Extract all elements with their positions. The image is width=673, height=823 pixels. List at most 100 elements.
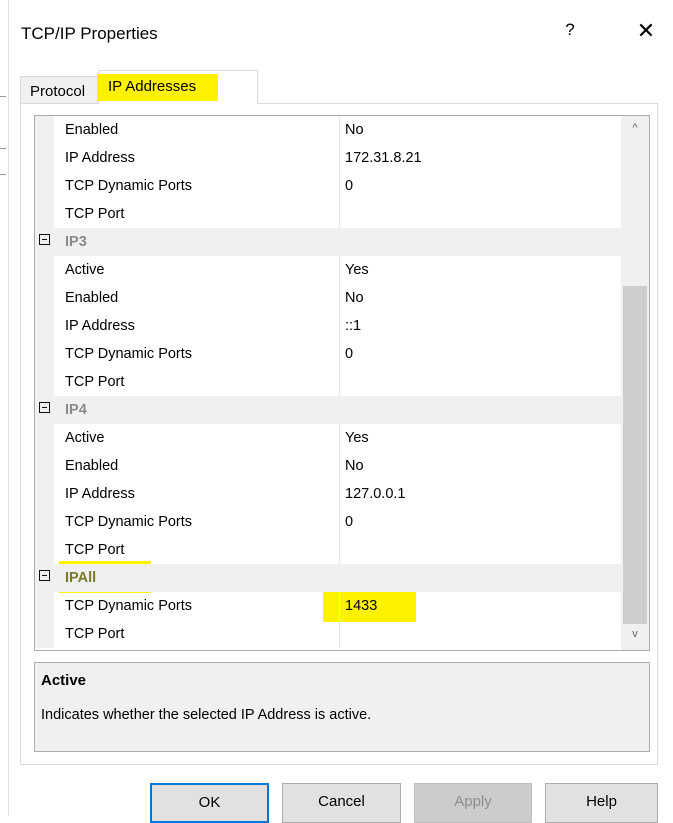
category-row[interactable]: IP3 (35, 228, 621, 256)
property-row[interactable]: IP Address 127.0.0.1 (35, 480, 621, 508)
scroll-down-icon[interactable]: v (621, 628, 649, 644)
property-value[interactable]: 0 (345, 514, 353, 530)
scroll-up-icon[interactable]: ^ (621, 122, 649, 138)
property-name: Enabled (65, 458, 119, 474)
tab-protocol-label: Protocol (30, 83, 86, 100)
property-value[interactable]: Yes (345, 430, 369, 446)
tcpip-properties-dialog: TCP/IP Properties ? ✕ Protocol IP Addres… (0, 0, 673, 823)
property-value[interactable]: 0 (345, 346, 353, 362)
property-row[interactable]: TCP Dynamic Ports 1433 (35, 592, 621, 620)
property-row[interactable]: Enabled No (35, 452, 621, 480)
property-value[interactable]: No (345, 290, 364, 306)
property-row[interactable]: Enabled No (35, 284, 621, 312)
property-row[interactable]: TCP Port (35, 200, 621, 228)
vertical-scrollbar[interactable]: ^ v (621, 116, 649, 650)
property-name: TCP Port (65, 374, 125, 390)
category-row[interactable]: IPAll (35, 564, 621, 592)
property-row[interactable]: TCP Port (35, 620, 621, 648)
property-row[interactable]: IP Address::1 (35, 312, 621, 340)
background-window-edge (0, 0, 9, 816)
background-mark (0, 96, 6, 97)
property-name: TCP Dynamic Ports (65, 178, 193, 194)
collapse-icon[interactable] (39, 570, 50, 581)
window-title: TCP/IP Properties (21, 24, 158, 43)
tab-protocol[interactable]: Protocol (20, 76, 99, 104)
ok-button[interactable]: OK (150, 783, 269, 823)
property-name: TCP Dynamic Ports (65, 514, 193, 530)
column-separator (339, 480, 340, 508)
property-value[interactable]: 0 (345, 178, 353, 194)
column-separator (339, 200, 340, 228)
background-mark (0, 148, 6, 149)
row-indent (35, 452, 54, 480)
tab-ip-addresses[interactable]: IP Addresses (97, 70, 258, 104)
row-indent (35, 536, 54, 564)
property-name: Enabled (65, 122, 119, 138)
column-separator (339, 312, 340, 340)
property-name: Active (65, 430, 105, 446)
property-value[interactable]: No (345, 122, 364, 138)
row-indent (35, 424, 54, 452)
row-indent (35, 116, 54, 144)
property-name: TCP Port (65, 206, 125, 222)
collapse-icon[interactable] (39, 234, 50, 245)
description-panel: Active Indicates whether the selected IP… (34, 662, 650, 752)
property-value[interactable]: Yes (345, 262, 369, 278)
cancel-button[interactable]: Cancel (282, 783, 401, 823)
description-text: Indicates whether the selected IP Addres… (41, 707, 372, 723)
column-separator (339, 536, 340, 564)
property-value[interactable]: 172.31.8.21 (345, 150, 422, 166)
column-separator (339, 368, 340, 396)
category-name: IP3 (65, 234, 87, 250)
property-name: TCP Port (65, 626, 125, 642)
column-separator (339, 508, 340, 536)
column-separator (339, 452, 340, 480)
category-name: IP4 (65, 402, 87, 418)
apply-button[interactable]: Apply (414, 783, 532, 823)
property-row[interactable]: IP Address 172.31.8.21 (35, 144, 621, 172)
tab-strip: Protocol IP Addresses (20, 70, 650, 104)
column-separator (339, 424, 340, 452)
property-value[interactable]: No (345, 458, 364, 474)
property-row[interactable]: Enabled No (35, 116, 621, 144)
property-row[interactable]: TCP Dynamic Ports 0 (35, 508, 621, 536)
category-row[interactable]: IP4 (35, 396, 621, 424)
property-row[interactable]: Active Yes (35, 256, 621, 284)
property-value[interactable]: ::1 (345, 318, 361, 334)
help-icon[interactable]: ? (560, 20, 580, 44)
column-separator (339, 340, 340, 368)
help-button[interactable]: Help (545, 783, 658, 823)
row-indent (35, 368, 54, 396)
column-separator (339, 620, 340, 648)
property-name: IP Address (65, 486, 135, 502)
property-row[interactable]: TCP Dynamic Ports 0 (35, 340, 621, 368)
scroll-thumb[interactable] (623, 286, 647, 624)
column-separator (339, 592, 340, 620)
property-value[interactable]: 1433 (345, 598, 377, 614)
property-row[interactable]: TCP Port (35, 536, 621, 564)
property-grid[interactable]: Enabled No IP Address 172.31.8.21 TCP Dynami… (34, 115, 650, 651)
property-value[interactable]: 127.0.0.1 (345, 486, 405, 502)
row-indent (35, 592, 54, 620)
property-name: IP Address (65, 318, 135, 334)
property-name: Enabled (65, 290, 119, 306)
tab-ip-addresses-label: IP Addresses (97, 74, 219, 101)
column-separator (339, 284, 340, 312)
property-row[interactable]: Active Yes (35, 424, 621, 452)
property-row[interactable]: TCP Dynamic Ports 0 (35, 172, 621, 200)
row-indent (35, 480, 54, 508)
row-indent (35, 508, 54, 536)
property-row[interactable]: TCP Port (35, 368, 621, 396)
column-separator (339, 172, 340, 200)
column-separator (339, 116, 340, 144)
collapse-icon[interactable] (39, 402, 50, 413)
row-indent (35, 200, 54, 228)
category-name: IPAll (65, 570, 97, 586)
property-name: IP Address (65, 150, 135, 166)
row-indent (35, 620, 54, 648)
row-indent (35, 172, 54, 200)
row-indent (35, 340, 54, 368)
background-mark (0, 174, 6, 175)
row-indent (35, 256, 54, 284)
close-icon[interactable]: ✕ (634, 18, 658, 44)
